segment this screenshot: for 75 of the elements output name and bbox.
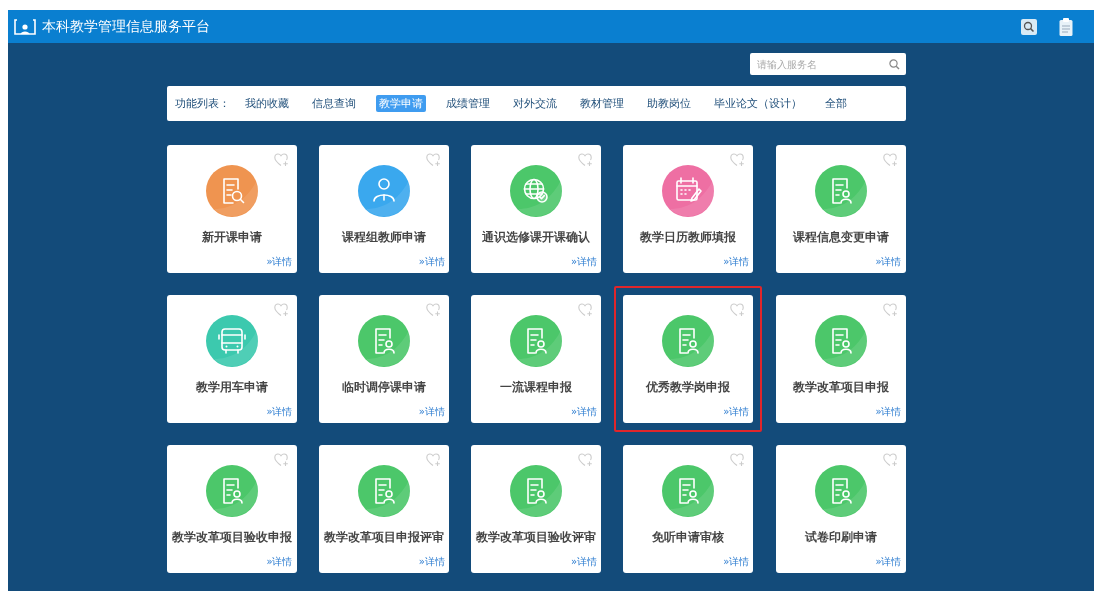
heart-plus-icon[interactable] (730, 153, 746, 167)
service-title: 教学改革项目申报 (792, 380, 889, 395)
service-card[interactable]: 新开课申请 »详情 (166, 145, 297, 273)
nav-tab[interactable]: 毕业论文（设计） (710, 95, 805, 112)
details-link[interactable]: »详情 (266, 255, 293, 269)
details-link[interactable]: »详情 (723, 405, 750, 419)
nav-tab[interactable]: 对外交流 (509, 95, 560, 112)
details-link[interactable]: »详情 (875, 255, 902, 269)
heart-plus-icon[interactable] (425, 153, 441, 167)
service-card[interactable]: 教学日历教师填报 »详情 (623, 145, 754, 273)
heart-plus-icon[interactable] (273, 453, 289, 467)
service-title: 课程组教师申请 (341, 230, 426, 245)
heart-plus-icon[interactable] (882, 303, 898, 317)
nav-tab[interactable]: 教材管理 (576, 95, 627, 112)
service-card[interactable]: 教学改革项目申报 »详情 (775, 295, 906, 423)
service-title: 一流课程申报 (500, 380, 572, 395)
details-link[interactable]: »详情 (418, 405, 445, 419)
nav-tab[interactable]: 助教岗位 (643, 95, 694, 112)
details-link[interactable]: »详情 (418, 555, 445, 569)
heart-plus-icon[interactable] (273, 303, 289, 317)
service-card[interactable]: 教学改革项目验收评审 »详情 (471, 445, 601, 573)
details-link[interactable]: »详情 (266, 405, 293, 419)
details-link[interactable]: »详情 (875, 555, 902, 569)
search-field[interactable]: 请输入服务名 (749, 53, 906, 75)
heart-plus-icon[interactable] (882, 153, 898, 167)
heart-plus-icon[interactable] (578, 303, 593, 317)
service-card[interactable]: 课程组教师申请 »详情 (318, 145, 449, 273)
details-link[interactable]: »详情 (418, 255, 445, 269)
service-card[interactable]: 通识选修课开课确认 »详情 (471, 145, 601, 273)
details-link[interactable]: »详情 (723, 555, 750, 569)
search-icon[interactable] (888, 58, 900, 70)
details-link[interactable]: »详情 (570, 255, 597, 269)
service-card[interactable]: 一流课程申报 »详情 (471, 295, 601, 423)
nav-tab[interactable]: 我的收藏 (241, 95, 292, 112)
app-title: 本科教学管理信息服务平台 (42, 17, 210, 36)
service-card[interactable]: 试卷印刷申请 »详情 (775, 445, 906, 573)
service-title: 免听申请审核 (652, 530, 725, 545)
details-link[interactable]: »详情 (875, 405, 902, 419)
service-card[interactable]: 教学改革项目申报评审 »详情 (318, 445, 449, 573)
nav-tab[interactable]: 全部 (821, 95, 850, 112)
service-title: 教学改革项目验收申报 (171, 530, 292, 545)
service-card[interactable]: 临时调停课申请 »详情 (318, 295, 449, 423)
service-title: 通识选修课开课确认 (482, 230, 590, 245)
nav-tab[interactable]: 信息查询 (308, 95, 359, 112)
service-title: 课程信息变更申请 (792, 230, 889, 245)
service-title: 试卷印刷申请 (804, 530, 877, 545)
heart-plus-icon[interactable] (730, 303, 746, 317)
heart-plus-icon[interactable] (273, 153, 289, 167)
function-list-label: 功能列表： (174, 96, 230, 111)
clipboard-icon[interactable] (1059, 17, 1073, 36)
service-card[interactable]: 课程信息变更申请 »详情 (775, 145, 906, 273)
service-card[interactable]: 免听申请审核 »详情 (623, 445, 754, 573)
service-card[interactable]: 优秀教学岗申报 »详情 (623, 295, 754, 423)
service-title: 教学日历教师填报 (640, 230, 737, 245)
details-link[interactable]: »详情 (570, 405, 597, 419)
service-title: 临时调停课申请 (341, 380, 426, 395)
service-card[interactable]: 教学改革项目验收申报 »详情 (166, 445, 297, 573)
service-title: 教学用车申请 (195, 380, 268, 395)
heart-plus-icon[interactable] (882, 453, 898, 467)
service-title: 教学改革项目申报评审 (323, 530, 444, 545)
details-link[interactable]: »详情 (723, 255, 750, 269)
service-card[interactable]: 教学用车申请 »详情 (166, 295, 297, 423)
details-link[interactable]: »详情 (570, 555, 597, 569)
service-title: 新开课申请 (201, 230, 262, 245)
service-title: 教学改革项目验收评审 (476, 530, 596, 545)
heart-plus-icon[interactable] (425, 303, 441, 317)
heart-plus-icon[interactable] (578, 453, 593, 467)
heart-plus-icon[interactable] (730, 453, 746, 467)
heart-plus-icon[interactable] (578, 153, 593, 167)
details-link[interactable]: »详情 (266, 555, 293, 569)
service-title: 优秀教学岗申报 (646, 380, 731, 395)
search-icon[interactable] (1021, 18, 1037, 35)
heart-plus-icon[interactable] (425, 453, 441, 467)
nav-tab[interactable]: 成绩管理 (442, 95, 493, 112)
monitor-icon (14, 17, 36, 36)
